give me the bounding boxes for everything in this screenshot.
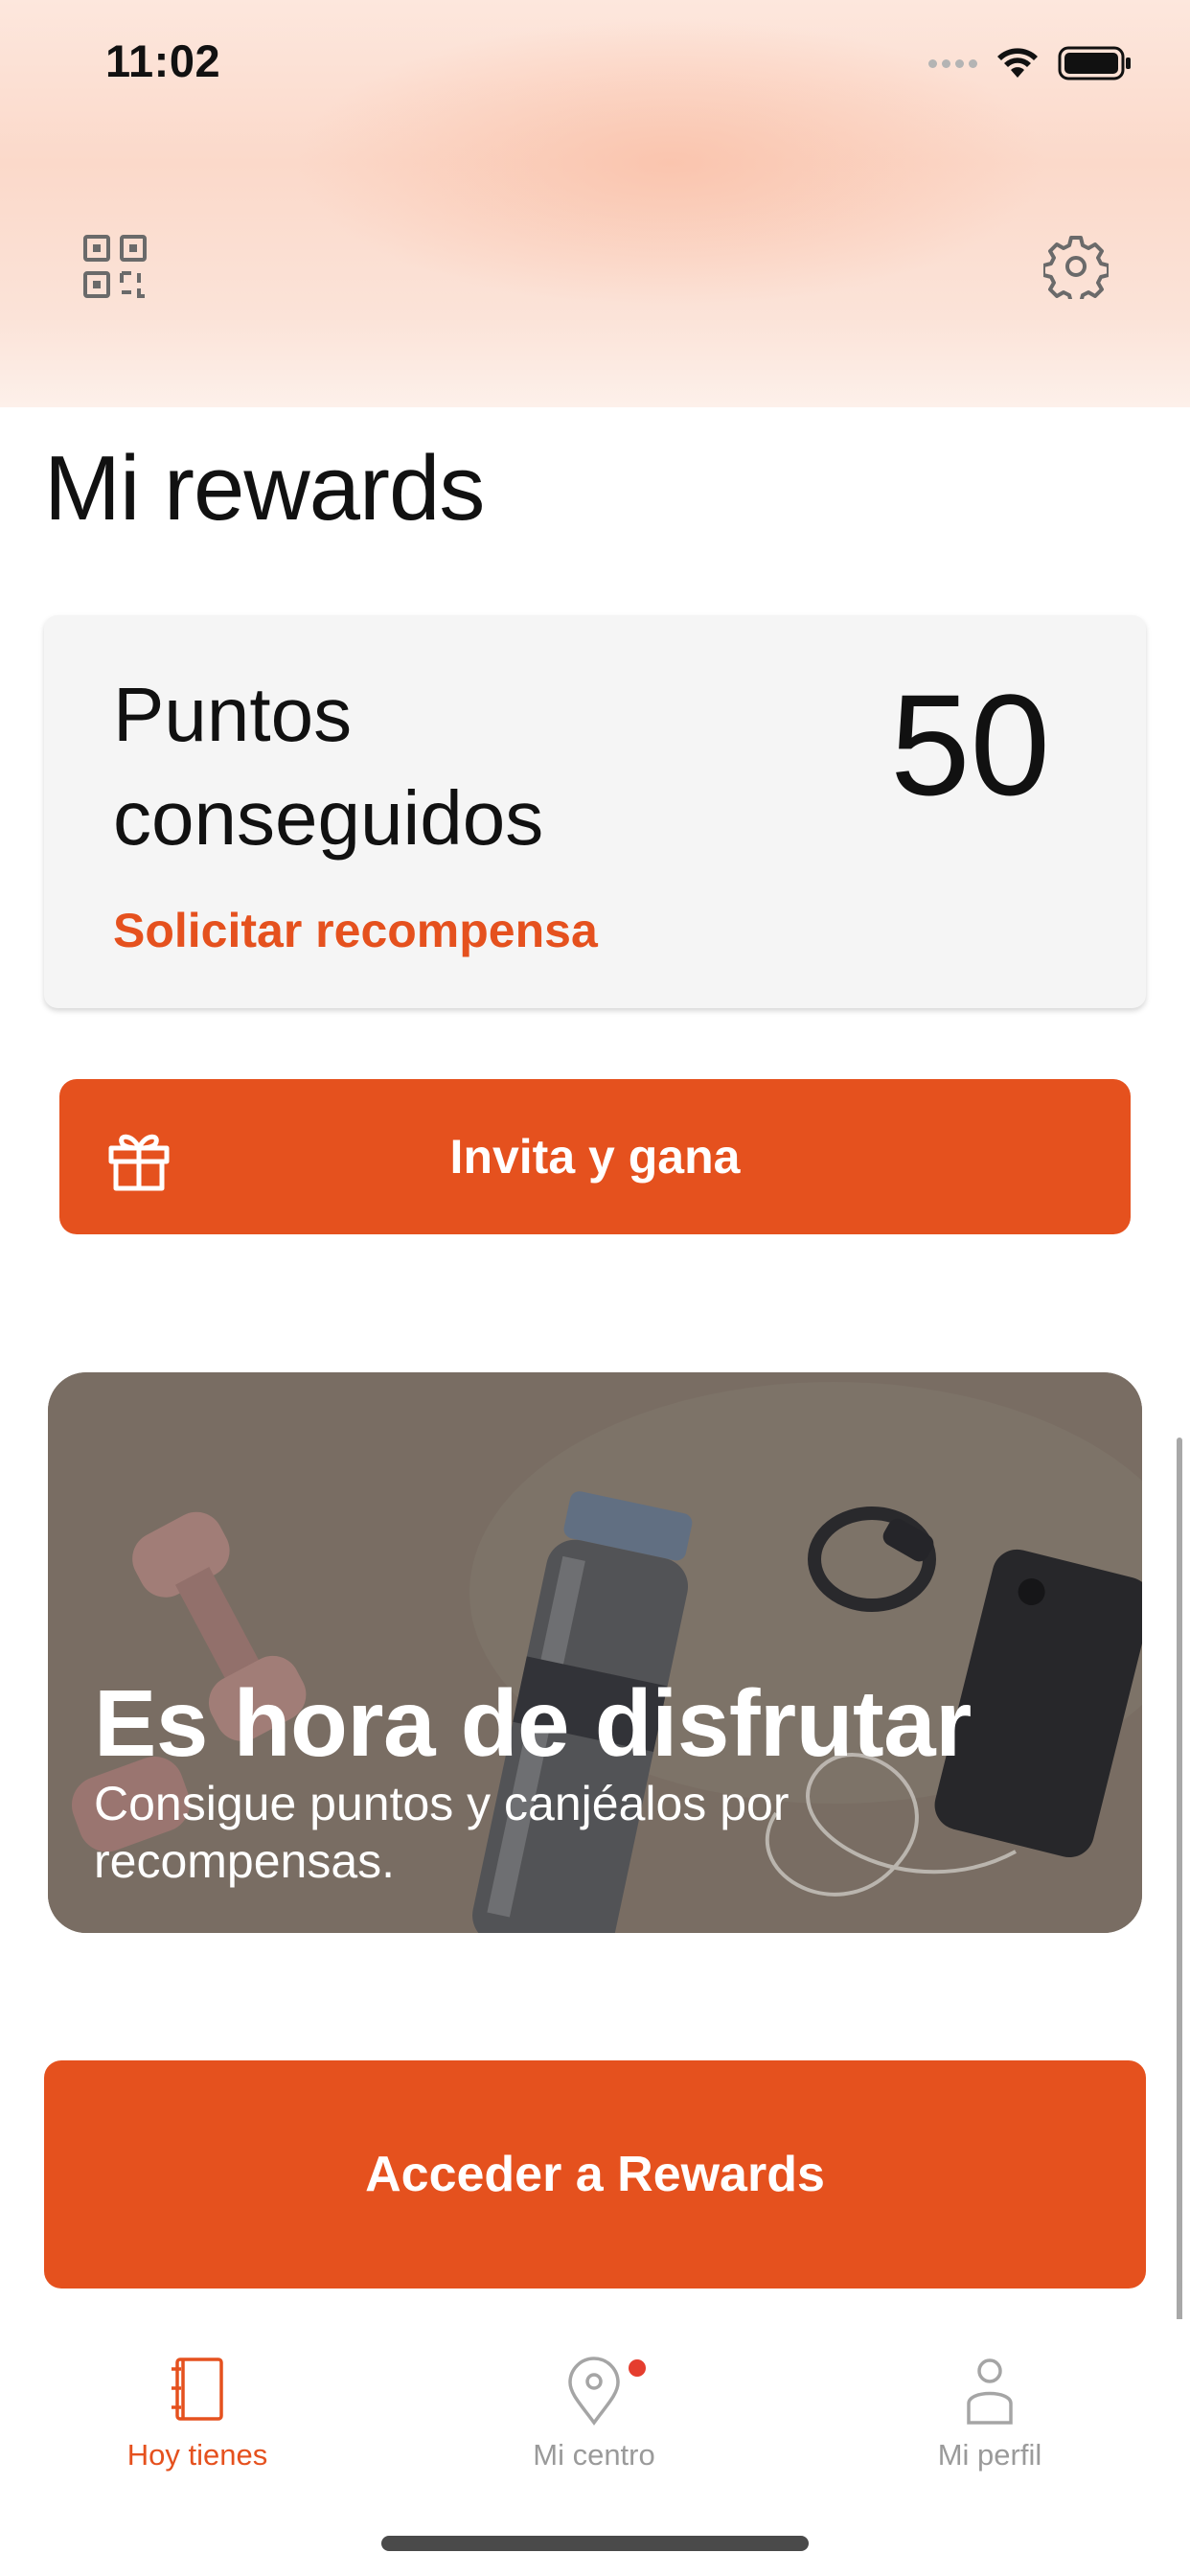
status-icons xyxy=(928,44,1133,82)
qr-code-button[interactable] xyxy=(79,230,151,303)
tab-label: Mi centro xyxy=(533,2438,655,2472)
gear-icon xyxy=(1043,236,1109,299)
cell-signal-icon xyxy=(928,58,977,68)
qr-code-icon xyxy=(83,235,147,298)
promo-banner[interactable]: Es hora de disfrutar Consigue puntos y c… xyxy=(48,1372,1142,1933)
tab-mi-centro[interactable]: Mi centro xyxy=(460,2319,728,2482)
tab-mi-perfil[interactable]: Mi perfil xyxy=(856,2319,1124,2482)
location-pin-icon xyxy=(568,2357,620,2426)
wifi-icon xyxy=(997,48,1038,78)
status-time: 11:02 xyxy=(105,35,221,86)
access-rewards-button[interactable]: Acceder a Rewards xyxy=(44,2060,1146,2288)
access-rewards-label: Acceder a Rewards xyxy=(365,2147,825,2202)
tab-label: Hoy tienes xyxy=(126,2438,268,2472)
notebook-icon xyxy=(172,2358,223,2421)
notification-badge xyxy=(629,2359,646,2377)
battery-icon xyxy=(1058,46,1131,80)
points-value: 50 xyxy=(890,664,1050,825)
invite-and-earn-button[interactable]: Invita y gana xyxy=(59,1079,1131,1234)
promo-title: Es hora de disfrutar xyxy=(94,1670,972,1776)
promo-subtitle: Consigue puntos y canjéalos por recompen… xyxy=(94,1777,790,1888)
points-label: Puntos conseguidos xyxy=(113,672,544,861)
tab-label: Mi perfil xyxy=(937,2438,1042,2472)
home-indicator[interactable] xyxy=(381,2536,809,2551)
settings-button[interactable] xyxy=(1040,230,1112,303)
tab-bar: Hoy tienes Mi centro Mi perfil xyxy=(0,2319,1190,2482)
tab-hoy-tienes[interactable]: Hoy tienes xyxy=(63,2319,332,2482)
request-reward-link[interactable]: Solicitar recompensa xyxy=(113,903,598,958)
page-title: Mi rewards xyxy=(44,437,485,540)
scrollbar[interactable] xyxy=(1177,1438,1182,2329)
points-card: Puntos conseguidos 50 Solicitar recompen… xyxy=(44,615,1146,1008)
person-icon xyxy=(967,2358,1013,2425)
invite-button-label: Invita y gana xyxy=(449,1130,741,1184)
gift-icon xyxy=(108,1134,170,1191)
